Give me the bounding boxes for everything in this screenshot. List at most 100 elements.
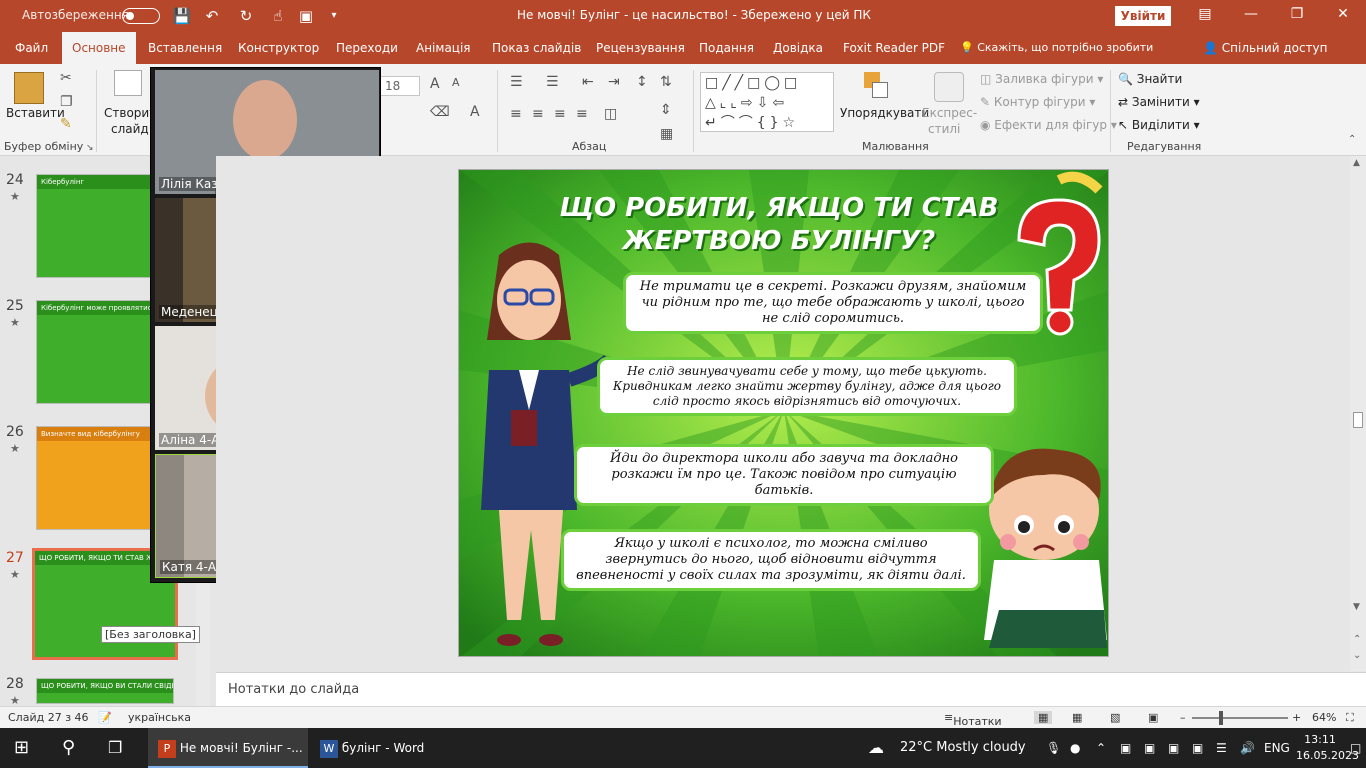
paste-button[interactable]: Вставити xyxy=(6,106,65,120)
shapes-gallery[interactable]: □╱╱□◯□ △⌞⌞⇨⇩⇦ ↵⌒⌒{}☆ xyxy=(700,72,834,132)
collapse-ribbon-icon[interactable]: ⌃ xyxy=(1348,134,1356,145)
align-right-icon[interactable]: ≡ xyxy=(554,106,566,122)
slide-sorter-icon[interactable]: ▦ xyxy=(1072,711,1082,724)
tell-me-search[interactable]: 💡 Скажіть, що потрібно зробити xyxy=(960,32,1153,64)
align-text-icon[interactable]: ⇕ xyxy=(660,102,672,118)
font-size-box[interactable]: 18 xyxy=(380,76,420,96)
line-spacing-icon[interactable]: ↕ xyxy=(636,74,648,90)
shape-effects-button[interactable]: ◉ Ефекти для фігур ▾ xyxy=(980,118,1117,132)
text-direction-icon[interactable]: ⇅ xyxy=(660,74,672,90)
network-icon[interactable]: ☰ xyxy=(1216,728,1227,768)
smartart-icon[interactable]: ▦ xyxy=(660,126,673,142)
advice-box-2[interactable]: Не слід звинувачувати себе у тому, що те… xyxy=(597,357,1017,416)
advice-box-3[interactable]: Йди до директора школи або завуча та док… xyxy=(574,444,994,506)
slide-canvas[interactable]: ЩО РОБИТИ, ЯКЩО ТИ СТАВ ЖЕРТВОЮ БУЛІНГУ?… xyxy=(458,169,1109,657)
undo-icon[interactable]: ↶ xyxy=(202,6,222,26)
quick-styles-icon[interactable] xyxy=(934,72,964,102)
decrease-indent-icon[interactable]: ⇤ xyxy=(582,74,594,90)
tab-slideshow[interactable]: Показ слайдів xyxy=(492,32,581,64)
tab-foxit[interactable]: Foxit Reader PDF xyxy=(843,32,945,64)
zoom-slider[interactable] xyxy=(1192,711,1288,725)
grow-font-icon[interactable]: A xyxy=(430,76,440,92)
taskbar-powerpoint[interactable]: P Не мовчі! Булінг -... xyxy=(148,728,308,768)
task-view-icon[interactable]: ❐ xyxy=(108,728,122,768)
scroll-down-icon[interactable]: ▼ xyxy=(1353,602,1360,612)
zoom-app-icon[interactable]: ● xyxy=(1070,728,1080,768)
select-button[interactable]: ↖ Виділити ▾ xyxy=(1118,118,1200,132)
shape-fill-button[interactable]: ◫ Заливка фігури ▾ xyxy=(980,72,1103,86)
notes-pane[interactable]: Нотатки до слайда xyxy=(216,672,1366,706)
justify-icon[interactable]: ≡ xyxy=(576,106,588,122)
maximize-icon[interactable]: ❐ xyxy=(1282,6,1312,26)
tab-animations[interactable]: Анімація xyxy=(416,32,471,64)
replace-button[interactable]: ⇄ Замінити ▾ xyxy=(1118,95,1200,109)
font-color-icon[interactable]: A xyxy=(470,104,480,120)
zoom-out-icon[interactable]: – xyxy=(1180,711,1186,724)
weather-text[interactable]: 22°C Mostly cloudy xyxy=(900,728,1026,768)
new-slide-icon[interactable] xyxy=(114,70,142,96)
autosave-toggle[interactable] xyxy=(122,8,160,24)
columns-icon[interactable]: ◫ xyxy=(604,106,617,122)
shrink-font-icon[interactable]: A xyxy=(452,76,460,89)
zoom-slider-thumb[interactable] xyxy=(1219,711,1223,725)
ribbon-display-icon[interactable]: ▤ xyxy=(1190,6,1220,26)
editor-scrollbar[interactable]: ▲ ▼ ⌃ ⌄ xyxy=(1350,156,1366,671)
input-language[interactable]: ENG xyxy=(1264,728,1290,768)
notifications-icon[interactable]: □ xyxy=(1350,728,1361,768)
customize-qat-icon[interactable]: ▾ xyxy=(324,6,344,26)
slide-title[interactable]: ЩО РОБИТИ, ЯКЩО ТИ СТАВ ЖЕРТВОЮ БУЛІНГУ? xyxy=(499,192,1059,258)
fit-slide-icon[interactable]: ⛶ xyxy=(1346,711,1354,725)
paste-icon[interactable] xyxy=(14,72,44,104)
tab-review[interactable]: Рецензування xyxy=(596,32,685,64)
touch-mode-icon[interactable]: ☝ xyxy=(268,6,288,26)
language-indicator[interactable]: українська xyxy=(128,711,191,724)
tray-app-icon[interactable]: ▣ xyxy=(1120,728,1131,768)
scroll-up-icon[interactable]: ▲ xyxy=(1353,158,1360,168)
align-left-icon[interactable]: ≡ xyxy=(510,106,522,122)
share-button[interactable]: 👤 Спільний доступ xyxy=(1203,32,1328,64)
close-icon[interactable]: ✕ xyxy=(1328,6,1358,26)
shape-outline-button[interactable]: ✎ Контур фігури ▾ xyxy=(980,95,1095,109)
tab-design[interactable]: Конструктор xyxy=(238,32,319,64)
tray-app-icon-4[interactable]: ▣ xyxy=(1192,728,1203,768)
copy-icon[interactable]: ❐ xyxy=(60,94,73,110)
taskbar-word[interactable]: W булінг - Word xyxy=(312,728,452,768)
arrange-button[interactable]: Упорядкувати xyxy=(840,106,929,120)
bullets-icon[interactable]: ☰ xyxy=(510,74,523,90)
quick-styles-button[interactable]: Експрес- xyxy=(922,106,977,120)
scroll-thumb[interactable] xyxy=(1353,412,1363,428)
tab-help[interactable]: Довідка xyxy=(773,32,823,64)
mic-icon[interactable]: 🎙 xyxy=(1046,728,1061,768)
redo-icon[interactable]: ↻ xyxy=(236,6,256,26)
tab-file[interactable]: Файл xyxy=(15,32,48,64)
slide-thumbnail[interactable]: ЩО РОБИТИ, ЯКЩО ВИ СТАЛИ СВІДКОМ ЦЬКУВАН… xyxy=(36,678,174,704)
advice-box-4[interactable]: Якщо у школі є психолог, то можна смілив… xyxy=(561,529,981,591)
reading-view-icon[interactable]: ▧ xyxy=(1110,711,1120,724)
sign-in-button[interactable]: Увійти xyxy=(1115,6,1171,26)
format-painter-icon[interactable]: ✎ xyxy=(60,116,72,132)
clock[interactable]: 13:11 16.05.2023 xyxy=(1296,732,1359,764)
clear-format-icon[interactable]: ⌫ xyxy=(430,104,450,120)
normal-view-icon[interactable]: ▦ xyxy=(1034,711,1053,724)
zoom-in-icon[interactable]: + xyxy=(1292,711,1301,724)
cut-icon[interactable]: ✂ xyxy=(60,70,72,86)
slideshow-icon[interactable]: ▣ xyxy=(1148,711,1158,724)
search-icon[interactable]: ⚲ xyxy=(62,728,75,768)
notes-toggle[interactable]: ≡ Нотатки xyxy=(944,711,1002,728)
arrange-icon[interactable] xyxy=(864,72,890,100)
zoom-level[interactable]: 64% xyxy=(1312,711,1336,724)
spellcheck-icon[interactable]: 📝 xyxy=(98,711,112,724)
minimize-icon[interactable]: — xyxy=(1236,6,1266,26)
find-button[interactable]: 🔍 Знайти xyxy=(1118,72,1182,86)
save-icon[interactable]: 💾 xyxy=(172,6,192,26)
tab-transitions[interactable]: Переходи xyxy=(336,32,398,64)
tray-overflow-icon[interactable]: ⌃ xyxy=(1096,728,1106,768)
volume-icon[interactable]: 🔊 xyxy=(1240,728,1255,768)
next-slide-icon[interactable]: ⌄ xyxy=(1353,650,1361,661)
advice-box-1[interactable]: Не тримати це в секреті. Розкажи друзям,… xyxy=(623,272,1043,334)
clipboard-launcher-icon[interactable]: ↘ xyxy=(86,143,94,153)
tab-insert[interactable]: Вставлення xyxy=(148,32,222,64)
numbering-icon[interactable]: ☰ xyxy=(546,74,559,90)
align-center-icon[interactable]: ≡ xyxy=(532,106,544,122)
present-icon[interactable]: ▣ xyxy=(296,6,316,26)
